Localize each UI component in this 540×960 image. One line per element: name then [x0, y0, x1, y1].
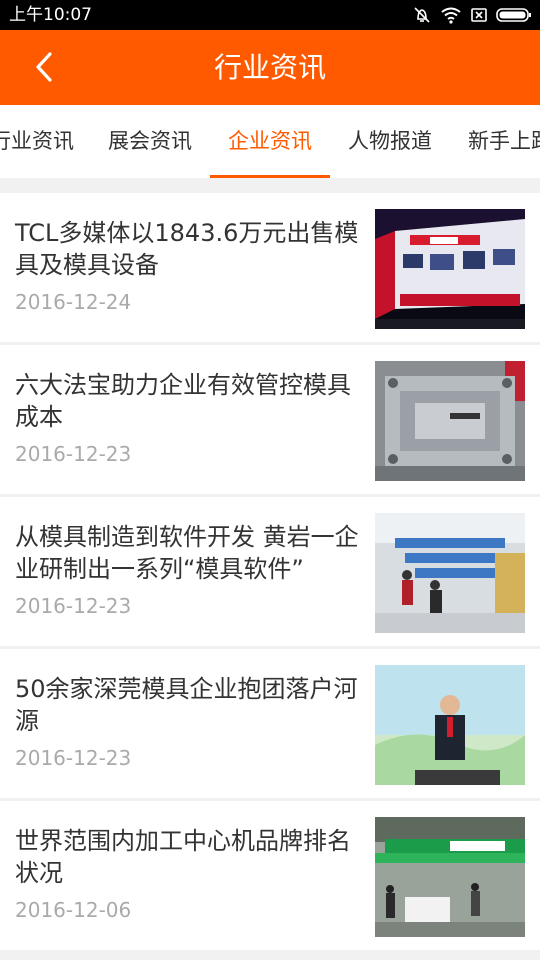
status-icons — [412, 5, 532, 25]
tcl-booth-thumbnail — [375, 209, 525, 329]
article-title: 六大法宝助力企业有效管控模具成本 — [15, 371, 351, 431]
article-date: 2016-12-06 — [15, 898, 132, 922]
article-date: 2016-12-24 — [15, 290, 132, 314]
category-tabs: 行业资讯 展会资讯 企业资讯 人物报道 新手上路 — [0, 105, 540, 178]
list-item[interactable]: 六大法宝助力企业有效管控模具成本 2016-12-23 — [0, 345, 540, 494]
exhibition-thumbnail — [375, 817, 525, 937]
speaker-thumbnail — [375, 665, 525, 785]
battery-icon — [496, 8, 531, 22]
tab-people-reports[interactable]: 人物报道 — [348, 105, 432, 178]
list-item[interactable]: 从模具制造到软件开发 黄岩一企业研制出一系列“模具软件” 2016-12-23 — [0, 497, 540, 646]
article-date: 2016-12-23 — [15, 442, 132, 466]
article-date: 2016-12-23 — [15, 746, 132, 770]
do-not-disturb-icon — [414, 7, 430, 23]
list-item[interactable]: 世界范围内加工中心机品牌排名状况 2016-12-06 — [0, 801, 540, 950]
status-time: 上午10:07 — [9, 5, 92, 25]
article-date: 2016-12-23 — [15, 594, 132, 618]
app-header: 行业资讯 — [0, 30, 540, 105]
article-title: 50余家深莞模具企业抱团落户河源 — [15, 675, 358, 735]
status-bar: 上午10:07 — [0, 0, 540, 30]
wifi-icon — [441, 7, 461, 24]
tab-industry-news[interactable]: 行业资讯 — [0, 105, 74, 178]
tab-beginner-guide[interactable]: 新手上路 — [468, 105, 540, 178]
active-tab-indicator — [210, 175, 330, 178]
list-item[interactable]: TCL多媒体以1843.6万元出售模具及模具设备 2016-12-24 — [0, 193, 540, 342]
article-title: 世界范围内加工中心机品牌排名状况 — [15, 827, 351, 887]
tab-company-news[interactable]: 企业资讯 — [228, 105, 312, 178]
no-sim-icon — [471, 8, 487, 22]
list-item[interactable]: 50余家深莞模具企业抱团落户河源 2016-12-23 — [0, 649, 540, 798]
office-thumbnail — [375, 513, 525, 633]
page-title: 行业资讯 — [213, 51, 326, 84]
article-title: 从模具制造到软件开发 黄岩一企业研制出一系列“模具软件” — [15, 523, 359, 583]
mold-thumbnail — [375, 361, 525, 481]
article-title: TCL多媒体以1843.6万元出售模具及模具设备 — [15, 219, 359, 279]
tab-exhibition-news[interactable]: 展会资讯 — [108, 105, 192, 178]
